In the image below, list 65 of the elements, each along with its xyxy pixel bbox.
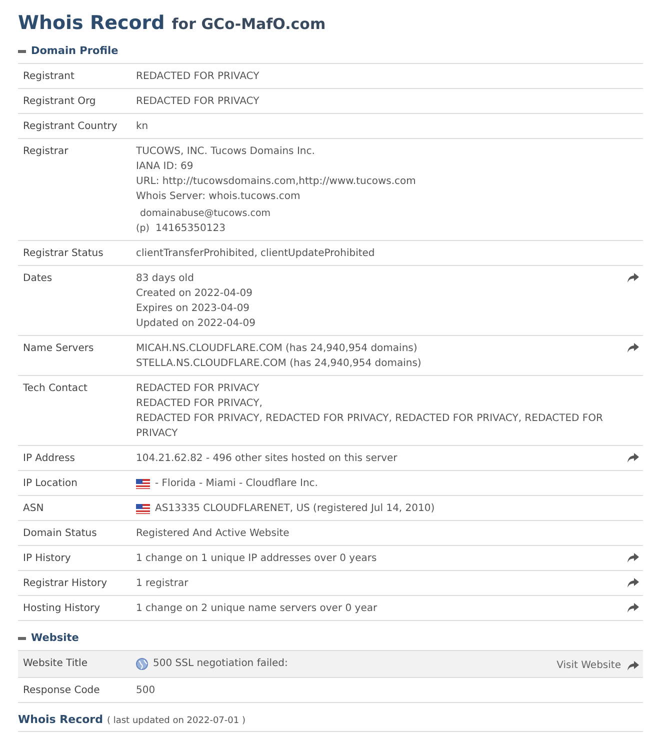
field-value: kn <box>136 120 148 134</box>
field-value: 1 registrar <box>136 577 188 591</box>
field-value: MICAH.NS.CLOUDFLARE.COM (has 24,940,954 domains) <box>136 342 418 356</box>
field-label: Domain Status <box>23 527 98 541</box>
field-value: IANA ID: 69 <box>136 160 194 174</box>
field-label: Registrant Country <box>23 120 118 134</box>
share-icon[interactable] <box>627 273 639 283</box>
collapse-icon[interactable] <box>18 50 26 52</box>
last-updated-note: ( last updated on 2022-07-01 ) <box>106 716 246 726</box>
section-heading[interactable]: Website <box>31 632 79 644</box>
field-label: Website Title <box>23 657 88 671</box>
domain-name: for GCo-MafO.com <box>172 15 326 33</box>
field-value: REDACTED FOR PRIVACY, <box>136 397 262 411</box>
field-label: IP Address <box>23 452 76 466</box>
field-value: 104.21.62.82 - 496 other sites hosted on this server <box>136 452 398 466</box>
field-value: TUCOWS, INC. Tucows Domains Inc. <box>136 145 315 159</box>
field-value: REDACTED FOR PRIVACY, REDACTED FOR PRIVACY, REDACTED FOR PRIVACY, REDACTED FOR PRIVACY <box>136 412 604 441</box>
field-value: - Florida - Miami - Cloudflare Inc. <box>155 477 318 491</box>
phone-label: (p) <box>136 222 150 236</box>
field-value: 83 days old <box>136 272 194 286</box>
field-value: Updated on 2022-04-09 <box>136 317 256 331</box>
share-icon[interactable] <box>627 553 639 563</box>
field-label: Response Code <box>23 684 101 698</box>
field-value: Registered And Active Website <box>136 527 290 541</box>
field-value: REDACTED FOR PRIVACY <box>136 95 260 109</box>
field-label: IP Location <box>23 477 78 491</box>
field-label: Tech Contact <box>23 382 88 396</box>
share-icon[interactable] <box>627 453 639 463</box>
field-value: 500 SSL negotiation failed: <box>153 657 288 671</box>
share-icon[interactable] <box>627 660 639 670</box>
field-value: AS13335 CLOUDFLARENET, US (registered Jul 14, 2010) <box>155 502 435 516</box>
page-title: Whois Record <box>18 12 165 34</box>
field-label: Name Servers <box>23 342 95 356</box>
field-value: STELLA.NS.CLOUDFLARE.COM (has 24,940,954 domains) <box>136 357 422 371</box>
field-label: Registrar History <box>23 577 108 591</box>
globe-icon <box>136 658 148 670</box>
field-value: 500 <box>136 684 156 698</box>
visit-website-link[interactable]: Visit Website <box>556 658 621 673</box>
phone-number: 14165350123 <box>155 222 226 236</box>
section-heading: Whois Record <box>18 713 103 726</box>
field-label: Registrant <box>23 70 76 84</box>
share-icon[interactable] <box>627 343 639 353</box>
field-label: Registrant Org <box>23 95 97 109</box>
flag-icon <box>136 504 150 514</box>
field-label: ASN <box>23 502 45 516</box>
field-value: Expires on 2023-04-09 <box>136 302 250 316</box>
email-address: domainabuse@tucows.com <box>140 207 272 221</box>
field-label: IP History <box>23 552 72 566</box>
share-icon[interactable] <box>627 578 639 588</box>
collapse-icon[interactable] <box>18 636 26 640</box>
flag-icon <box>136 478 150 488</box>
section-heading[interactable]: Domain Profile <box>31 45 118 57</box>
field-value: REDACTED FOR PRIVACY <box>136 70 260 84</box>
field-value: 1 change on 1 unique IP addresses over 0 years <box>136 552 377 566</box>
field-label: Registrar <box>23 145 70 159</box>
field-label: Hosting History <box>23 602 101 616</box>
share-icon[interactable] <box>627 603 639 613</box>
field-label: Registrar Status <box>23 247 104 261</box>
field-value: 1 change on 2 unique name servers over 0 year <box>136 602 378 616</box>
field-value: URL: http://tucowsdomains.com,http://www.tucows.com <box>136 175 416 189</box>
field-value: REDACTED FOR PRIVACY <box>136 382 260 396</box>
field-value: clientTransferProhibited, clientUpdateProhibited <box>136 247 375 261</box>
field-label: Dates <box>23 272 54 286</box>
field-value: Created on 2022-04-09 <box>136 287 253 301</box>
field-value: Whois Server: whois.tucows.com <box>136 190 300 204</box>
